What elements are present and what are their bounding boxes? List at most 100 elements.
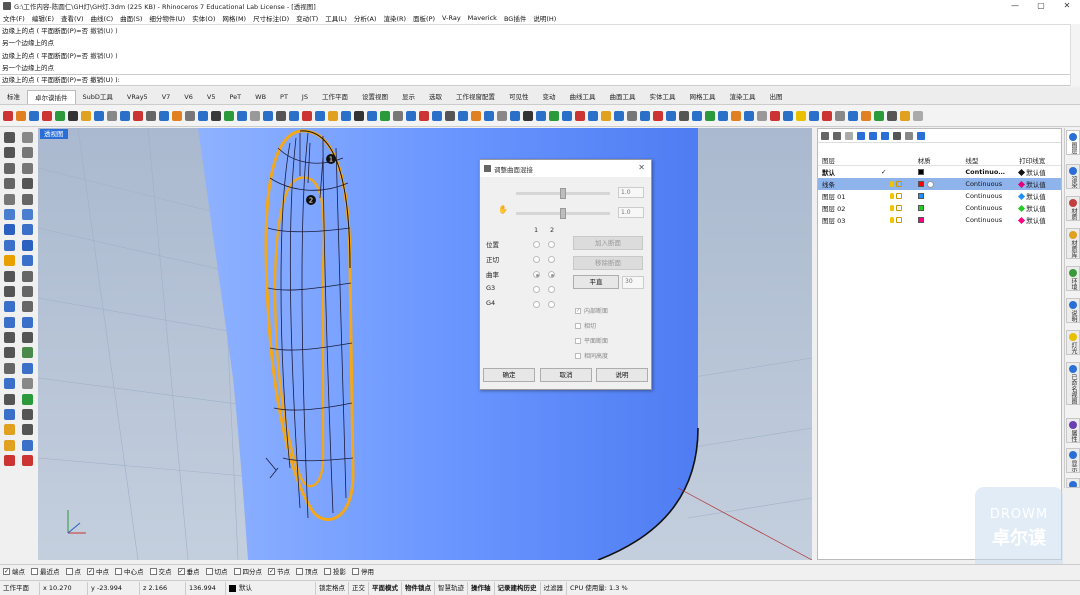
tab-select[interactable]: 选取	[422, 90, 449, 104]
tab-drafting[interactable]: 出图	[762, 90, 789, 104]
osnap-disable[interactable]: 停用	[352, 566, 374, 576]
tab-environment-2[interactable]	[1066, 478, 1080, 488]
radio-g4-1[interactable]	[533, 301, 540, 308]
status-cplane[interactable]: 工作平面	[0, 581, 40, 595]
check-interior-section[interactable]: ✓ 内部断面	[575, 306, 608, 315]
tool-icon[interactable]	[874, 110, 884, 121]
delete-layer-icon[interactable]	[845, 131, 853, 140]
move-parent-icon[interactable]	[881, 131, 889, 140]
osnap-tangent[interactable]: 切点	[205, 566, 228, 576]
tab-subd-tools[interactable]: SubD工具	[76, 90, 120, 104]
move-down-icon[interactable]	[869, 131, 877, 140]
tool-icon[interactable]	[432, 110, 442, 121]
add-section-button[interactable]: 加入断面	[573, 236, 643, 250]
history-scrollbar[interactable]	[1070, 24, 1080, 86]
tool-icon[interactable]	[22, 270, 33, 282]
radio-g4-2[interactable]	[548, 301, 555, 308]
tool-icon[interactable]	[458, 110, 468, 121]
ok-button[interactable]: 确定	[483, 368, 535, 382]
menu-tools[interactable]: 工具(L)	[325, 13, 347, 23]
tool-icon[interactable]	[4, 193, 15, 205]
tool-icon[interactable]	[900, 110, 910, 121]
maximize-button[interactable]: ▢	[1028, 0, 1054, 12]
tool-icon[interactable]	[55, 110, 65, 121]
tool-icon[interactable]	[731, 110, 741, 121]
menu-view[interactable]: 查看(V)	[61, 13, 84, 23]
tool-icon[interactable]	[68, 110, 78, 121]
status-current-layer[interactable]: 默认	[226, 581, 316, 595]
new-layer-icon[interactable]	[821, 131, 829, 140]
tool-icon[interactable]	[4, 393, 15, 405]
layer-color-swatch[interactable]	[917, 217, 924, 223]
tool-icon[interactable]	[406, 110, 416, 121]
osnap-knot[interactable]: ✓ 节点	[268, 566, 290, 576]
tool-icon[interactable]	[22, 301, 33, 313]
tool-icon[interactable]	[4, 270, 15, 282]
tool-icon[interactable]	[445, 110, 455, 121]
tool-icon[interactable]	[185, 110, 195, 121]
viewport-title[interactable]: 透视图	[40, 129, 68, 139]
tool-icon[interactable]	[627, 110, 637, 121]
status-history[interactable]: 记录建构历史	[495, 581, 541, 595]
tool-icon[interactable]	[22, 255, 33, 267]
tab-solid-tools[interactable]: 实体工具	[642, 90, 682, 104]
tool-icon[interactable]	[224, 110, 234, 121]
tab-drowm-plugin[interactable]: 卓尔谟插件	[27, 90, 76, 104]
radio-tangent-2[interactable]	[548, 256, 555, 263]
tool-icon[interactable]	[887, 110, 897, 121]
tab-js[interactable]: JS	[295, 90, 315, 104]
layer-row-03[interactable]: 图层 03 Continuous 默认值	[818, 214, 1061, 226]
tool-icon[interactable]	[146, 110, 156, 121]
close-button[interactable]: ✕	[1054, 0, 1080, 12]
radio-curvature-2[interactable]	[548, 271, 555, 278]
tool-icon[interactable]	[4, 208, 15, 220]
command-prompt[interactable]: 边缘上的点 ( 平面断面(P)=否 撤销(U) ):	[0, 74, 1070, 86]
polyline-icon[interactable]	[4, 147, 15, 159]
layer-linetype[interactable]: Continuo…	[965, 168, 1019, 176]
tool-icon[interactable]	[770, 110, 780, 121]
tool-icon[interactable]	[328, 110, 338, 121]
tool-icon[interactable]	[172, 110, 182, 121]
layer-color-swatch[interactable]	[917, 193, 924, 199]
tab-layers[interactable]: 图层	[1066, 130, 1080, 155]
tool-icon[interactable]	[276, 110, 286, 121]
minimize-button[interactable]: —	[1002, 0, 1028, 12]
lock-icon[interactable]	[895, 205, 902, 211]
tool-icon[interactable]	[471, 110, 481, 121]
tool-icon[interactable]	[835, 110, 845, 121]
viewport-scene[interactable]: 1 2	[38, 128, 812, 560]
tool-icon[interactable]	[4, 347, 15, 359]
tool-icon[interactable]	[809, 110, 819, 121]
tab-v6[interactable]: V6	[177, 90, 200, 104]
layer-print-width[interactable]: 默认值	[1026, 191, 1046, 201]
tool-icon[interactable]	[393, 110, 403, 121]
blend-value-1[interactable]: 1.0	[618, 187, 644, 198]
radio-position-2[interactable]	[548, 241, 555, 248]
tab-pet[interactable]: PeT	[222, 90, 248, 104]
tab-lights[interactable]: 灯光	[1066, 330, 1080, 355]
tab-curve-tools[interactable]: 曲线工具	[562, 90, 602, 104]
tool-icon[interactable]	[341, 110, 351, 121]
slider-knob[interactable]	[560, 188, 566, 199]
circle-icon[interactable]	[4, 162, 15, 174]
osnap-center[interactable]: 中心点	[115, 566, 144, 576]
tool-icon[interactable]	[16, 110, 26, 121]
layer-color-swatch[interactable]	[917, 169, 924, 175]
tab-display[interactable]: 显示	[395, 90, 422, 104]
tab-wb[interactable]: WB	[248, 90, 273, 104]
blend-slider-1[interactable]	[516, 188, 610, 199]
new-sublayer-icon[interactable]	[833, 131, 841, 140]
osnap-vertex[interactable]: 顶点	[296, 566, 318, 576]
menu-maverick[interactable]: Maverick	[468, 14, 497, 22]
tab-set-view[interactable]: 设置视图	[355, 90, 395, 104]
tool-icon[interactable]	[861, 110, 871, 121]
select-arrow-icon[interactable]	[4, 132, 15, 143]
layer-print-width[interactable]: 默认值	[1026, 203, 1046, 213]
tool-icon[interactable]	[601, 110, 611, 121]
help-icon[interactable]	[917, 131, 925, 140]
tool-icon[interactable]	[692, 110, 702, 121]
layer-linetype[interactable]: Continuous	[965, 204, 1019, 212]
tool-icon[interactable]	[367, 110, 377, 121]
tab-mesh-tools[interactable]: 网格工具	[682, 90, 722, 104]
status-grid-snap[interactable]: 锁定格点	[316, 581, 349, 595]
